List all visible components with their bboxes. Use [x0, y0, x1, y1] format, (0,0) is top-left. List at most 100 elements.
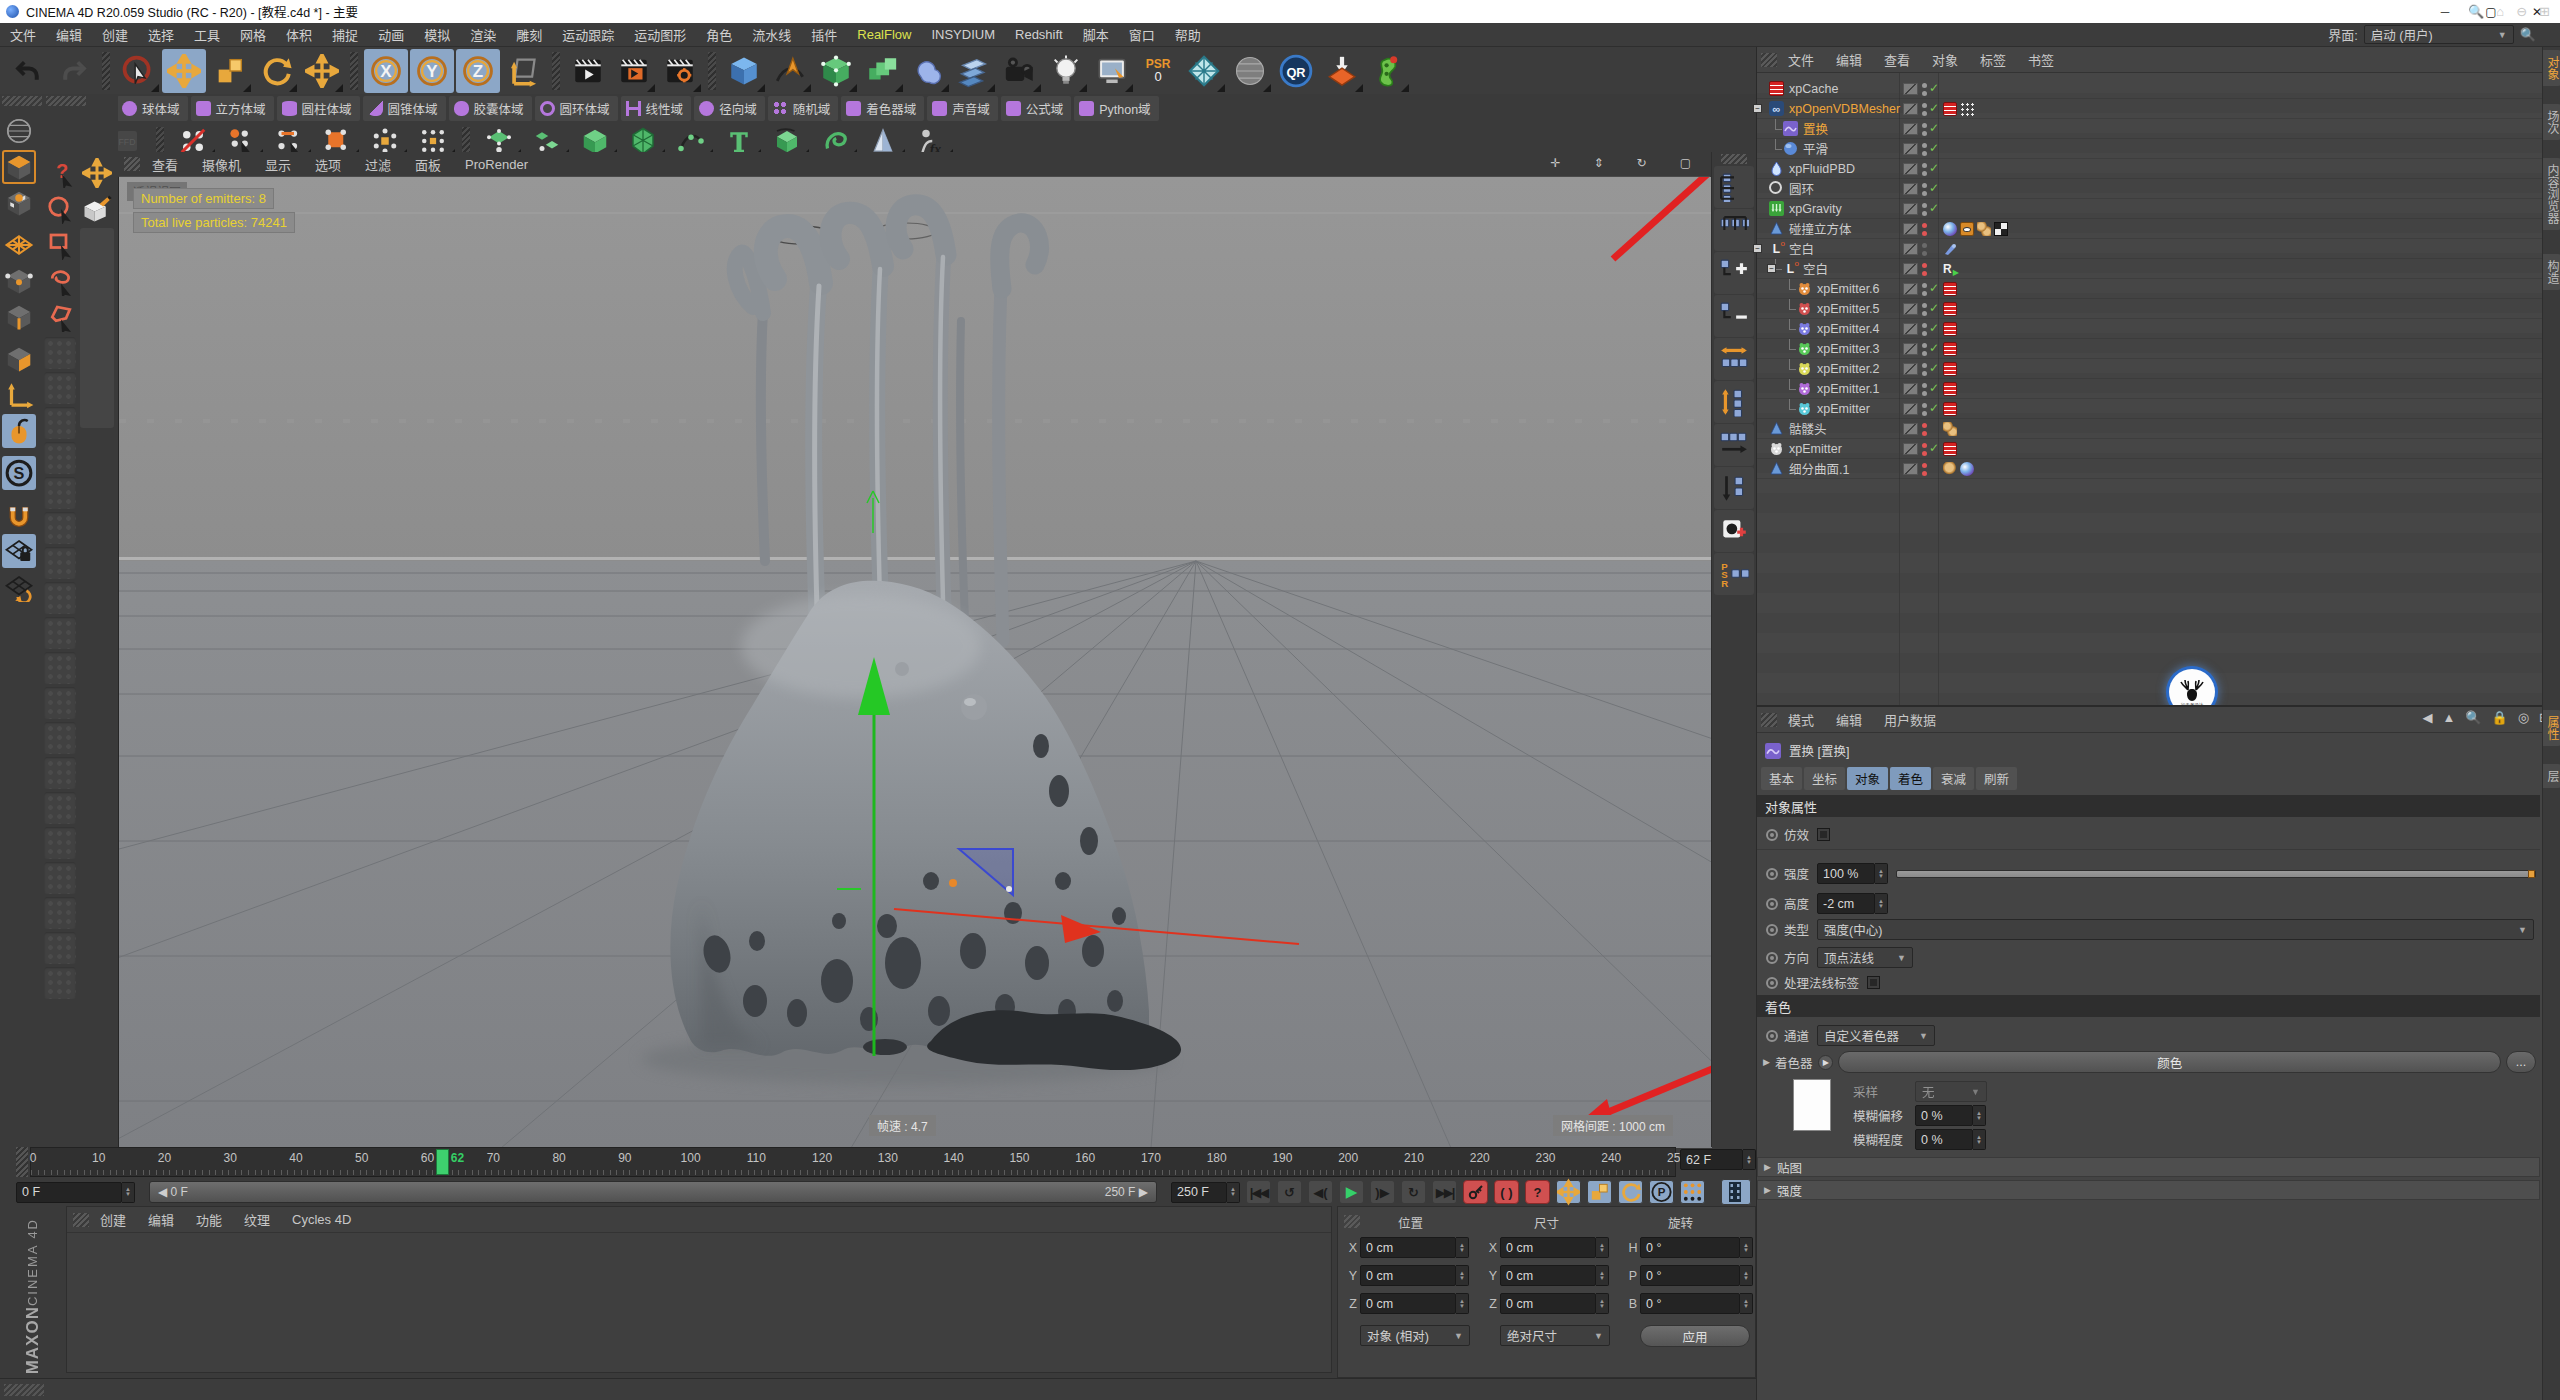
- dim-tool-2[interactable]: [44, 407, 76, 439]
- redo-button[interactable]: [52, 49, 96, 93]
- tag-brush[interactable]: [1943, 242, 1957, 256]
- visibility-toggle[interactable]: [1903, 103, 1918, 115]
- visibility-toggle[interactable]: [1903, 83, 1918, 95]
- domain-胶囊体域-button[interactable]: 胶囊体域: [449, 96, 532, 121]
- visibility-toggle[interactable]: [1903, 343, 1918, 355]
- add-floor-button[interactable]: [952, 49, 996, 93]
- viewport-menu-摄像机[interactable]: 摄像机: [190, 155, 253, 174]
- cube-brush-button[interactable]: [80, 192, 114, 226]
- dim-tool-10[interactable]: [44, 687, 76, 719]
- enable-dots[interactable]: [1922, 83, 1927, 96]
- minimize-button[interactable]: ─: [2422, 0, 2468, 23]
- poly-select-button[interactable]: [44, 300, 78, 334]
- shader-more-button[interactable]: ...: [2506, 1051, 2536, 1073]
- domain-公式域-button[interactable]: 公式域: [1001, 96, 1072, 121]
- rec-parameter-button[interactable]: P: [1649, 1180, 1674, 1204]
- blurscale-field[interactable]: 0 %: [1915, 1129, 1973, 1150]
- strength-field[interactable]: 100 %: [1817, 863, 1875, 884]
- arrange-horizontal-button[interactable]: [1714, 338, 1754, 380]
- tag-dotgrid[interactable]: [1960, 102, 1974, 116]
- lock-z-button[interactable]: Z: [456, 49, 500, 93]
- object-row-xpGravity[interactable]: xpGravity✓: [1757, 199, 2542, 219]
- menu-RealFlow[interactable]: RealFlow: [847, 27, 921, 42]
- add-spline-button[interactable]: [768, 49, 812, 93]
- dim-tool-3[interactable]: [44, 442, 76, 474]
- move-button[interactable]: [162, 49, 206, 93]
- om-menu-对象[interactable]: 对象: [1921, 50, 1969, 69]
- interface-dropdown[interactable]: 启动 (用户)▼: [2364, 25, 2514, 44]
- height-spinner[interactable]: ▲▼: [1875, 893, 1888, 914]
- midstrip-grip[interactable]: [1721, 154, 1747, 164]
- tag-cache[interactable]: [1943, 282, 1957, 296]
- object-name[interactable]: xpEmitter.3: [1817, 342, 1880, 356]
- object-row-xpOpenVDBMesher[interactable]: −∞xpOpenVDBMesher✓: [1757, 99, 2542, 119]
- viewport-menu-显示[interactable]: 显示: [253, 155, 303, 174]
- enable-dots[interactable]: [1922, 103, 1927, 116]
- coord-spinner[interactable]: ▲▼: [1740, 1237, 1753, 1258]
- am-menu-模式[interactable]: 模式: [1777, 710, 1825, 729]
- right-tab-层[interactable]: 层: [2543, 764, 2560, 788]
- object-row-xpEmitter.4[interactable]: xpEmitter.4✓: [1757, 319, 2542, 339]
- object-row-xpEmitter.2[interactable]: xpEmitter.2✓: [1757, 359, 2542, 379]
- rect-select-button[interactable]: [44, 228, 78, 262]
- dim-tool-7[interactable]: [44, 582, 76, 614]
- go-end-button[interactable]: ▶▶|: [1432, 1180, 1457, 1204]
- object-name[interactable]: xpOpenVDBMesher: [1789, 102, 1900, 116]
- strength-slider[interactable]: [1896, 870, 2536, 878]
- object-row-空白[interactable]: −Lo空白: [1757, 239, 2542, 259]
- add-metaball-button[interactable]: [906, 49, 950, 93]
- enable-dots[interactable]: [1922, 223, 1927, 236]
- coord-field-rot-B[interactable]: 0 °: [1640, 1293, 1740, 1314]
- shader-swatch[interactable]: [1793, 1079, 1831, 1131]
- enable-dots[interactable]: [1922, 463, 1927, 476]
- object-name[interactable]: 平滑: [1803, 139, 1828, 158]
- coord-field-pos-Z[interactable]: 0 cm: [1360, 1293, 1456, 1314]
- tag-cache[interactable]: [1943, 442, 1957, 456]
- go-start-button[interactable]: |◀◀: [1246, 1180, 1271, 1204]
- right-tab-构造[interactable]: 构造: [2543, 254, 2560, 290]
- dim-tool-14[interactable]: [44, 827, 76, 859]
- object-name[interactable]: 骷髅头: [1789, 419, 1827, 438]
- object-name[interactable]: 细分曲面.1: [1789, 459, 1849, 478]
- domain-着色器域-button[interactable]: 着色器域: [841, 96, 924, 121]
- om-menu-文件[interactable]: 文件: [1777, 50, 1825, 69]
- object-row-xpEmitter.5[interactable]: xpEmitter.5✓: [1757, 299, 2542, 319]
- coordinate-system-button[interactable]: [502, 49, 546, 93]
- menu-捕捉[interactable]: 捕捉: [322, 25, 368, 44]
- last-tool-move-button[interactable]: [300, 49, 344, 93]
- viewport-menu-选项[interactable]: 选项: [303, 155, 353, 174]
- viewport-menu-查看[interactable]: 查看: [140, 155, 190, 174]
- om-menu-编辑[interactable]: 编辑: [1825, 50, 1873, 69]
- coord-apply[interactable]: 应用: [1640, 1325, 1750, 1347]
- domain-圆环体域-button[interactable]: 圆环体域: [535, 96, 618, 121]
- loop-back-button[interactable]: ↺: [1277, 1180, 1302, 1204]
- rec-rotation-button[interactable]: [1618, 1180, 1643, 1204]
- expand-toggle[interactable]: −: [1753, 104, 1762, 113]
- am-up-icon[interactable]: ▲: [2442, 710, 2455, 725]
- visibility-toggle[interactable]: [1903, 423, 1918, 435]
- fold-强度[interactable]: ▶强度: [1757, 1180, 2540, 1200]
- direction-dropdown[interactable]: 顶点法线▼: [1817, 947, 1913, 968]
- strength-spinner[interactable]: ▲▼: [1875, 863, 1888, 884]
- start-frame-value[interactable]: 0 F: [16, 1182, 122, 1203]
- menu-编辑[interactable]: 编辑: [46, 25, 92, 44]
- visibility-toggle[interactable]: [1903, 383, 1918, 395]
- coord-field-pos-Y[interactable]: 0 cm: [1360, 1265, 1456, 1286]
- domain-立方体域-button[interactable]: 立方体域: [191, 96, 274, 121]
- expand-arrow[interactable]: ▶: [1763, 1057, 1770, 1067]
- psr-transfer-button[interactable]: PSR: [1714, 553, 1754, 595]
- coord-field-size-Y[interactable]: 0 cm: [1500, 1265, 1596, 1286]
- menu-体积[interactable]: 体积: [276, 25, 322, 44]
- object-name[interactable]: 空白: [1803, 259, 1828, 278]
- rotate-button[interactable]: [254, 49, 298, 93]
- tag-tanspheres[interactable]: [1977, 222, 1991, 236]
- autokey-button[interactable]: ( ): [1494, 1180, 1519, 1204]
- object-name[interactable]: xpEmitter.1: [1817, 382, 1880, 396]
- om-menu-书签[interactable]: 书签: [2017, 50, 2065, 69]
- bluroffset-spinner[interactable]: ▲▼: [1973, 1105, 1986, 1126]
- grid-rotate-button[interactable]: [2, 570, 36, 604]
- am-tab-衰减[interactable]: 衰减: [1933, 767, 1974, 790]
- tag-tanspheres[interactable]: [1943, 422, 1957, 436]
- tag-rtag[interactable]: R▶: [1943, 262, 1957, 276]
- coord-field-pos-X[interactable]: 0 cm: [1360, 1237, 1456, 1258]
